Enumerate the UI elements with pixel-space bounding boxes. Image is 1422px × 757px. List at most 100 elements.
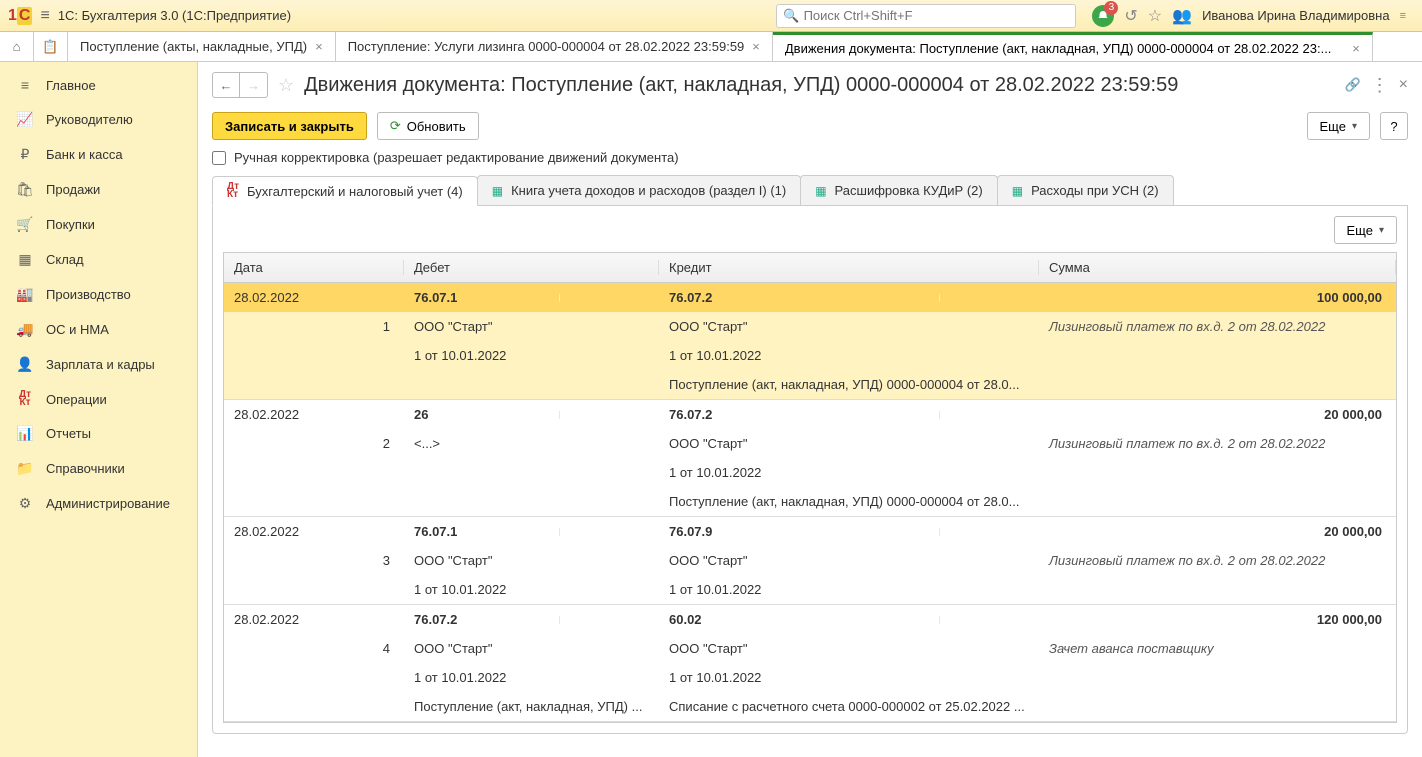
sidebar-item-salary[interactable]: 👤Зарплата и кадры xyxy=(0,347,197,382)
page-title: Движения документа: Поступление (акт, на… xyxy=(304,74,1334,97)
cell-num: 4 xyxy=(224,637,404,660)
cell-desc: Зачет аванса поставщику xyxy=(1039,637,1396,660)
search-box[interactable]: 🔍 xyxy=(776,4,1076,28)
sidebar-item-assets[interactable]: 🚚 ОС и НМА xyxy=(0,312,197,347)
inner-tab-kudir[interactable]: ▦Расшифровка КУДиР (2) xyxy=(800,175,998,205)
sidebar-item-label: Продажи xyxy=(46,182,100,197)
more-icon[interactable]: ⋮ xyxy=(1371,75,1389,96)
cell-debit-acc: 26 xyxy=(404,403,559,426)
col-sum[interactable]: Сумма xyxy=(1039,260,1396,275)
cell-credit-acc: 60.02 xyxy=(659,608,939,631)
close-icon[interactable]: × xyxy=(315,39,323,54)
menu-icon[interactable]: ≡ xyxy=(40,7,49,25)
cell-debit-l2: 1 от 10.01.2022 xyxy=(404,344,659,367)
sidebar-item-label: Руководителю xyxy=(46,112,133,127)
table-icon: ▦ xyxy=(1012,184,1023,198)
sidebar-item-label: Склад xyxy=(46,252,84,267)
cell-sum: 100 000,00 xyxy=(1039,286,1396,309)
logo-1c: 1C xyxy=(8,7,32,25)
sidebar-item-label: Операции xyxy=(46,392,107,407)
inner-tab-accounting[interactable]: ДтКт Бухгалтерский и налоговый учет (4) xyxy=(212,176,478,206)
cell-debit-l3 xyxy=(404,381,659,389)
divider-icon: ≡ xyxy=(1400,10,1406,22)
sidebar-item-sales[interactable]: 🛍Продажи xyxy=(0,172,197,207)
sidebar-item-bank[interactable]: ₽Банк и касса xyxy=(0,137,197,172)
home-button[interactable]: ⌂ xyxy=(0,32,34,61)
save-close-button[interactable]: Записать и закрыть xyxy=(212,112,367,140)
close-icon[interactable]: × xyxy=(752,39,760,54)
tab-1[interactable]: Поступление: Услуги лизинга 0000-000004 … xyxy=(336,32,773,61)
cell-credit-l1: ООО "Старт" xyxy=(659,432,1039,455)
history-icon[interactable]: ↺ xyxy=(1124,6,1137,26)
user-name[interactable]: Иванова Ирина Владимировна xyxy=(1202,8,1390,23)
bars-icon: 📊 xyxy=(16,425,34,442)
users-icon[interactable]: 👥 xyxy=(1172,6,1192,26)
refresh-label: Обновить xyxy=(407,119,466,134)
table-row[interactable]: 28.02.2022 76.07.1 76.07.9 20 000,003 ОО… xyxy=(224,517,1396,605)
cell-credit-acc: 76.07.2 xyxy=(659,403,939,426)
col-credit[interactable]: Кредит xyxy=(659,260,1039,275)
close-icon[interactable]: × xyxy=(1352,41,1360,56)
nav-forward-button[interactable]: → xyxy=(240,72,268,98)
star-icon[interactable]: ☆ xyxy=(1148,6,1162,26)
dtkt-icon: ДтКт xyxy=(227,183,239,199)
topbar: 1C ≡ 1С: Бухгалтерия 3.0 (1С:Предприятие… xyxy=(0,0,1422,32)
cell-num: 3 xyxy=(224,549,404,572)
sidebar-item-purchases[interactable]: 🛒Покупки xyxy=(0,207,197,242)
folder-icon: 📁 xyxy=(16,460,34,477)
cell-date: 28.02.2022 xyxy=(224,520,404,543)
sidebar-item-operations[interactable]: ДтКт Операции xyxy=(0,382,197,416)
cell-desc: Лизинговый платеж по вх.д. 2 от 28.02.20… xyxy=(1039,432,1396,455)
tab-2[interactable]: Движения документа: Поступление (акт, на… xyxy=(773,32,1373,61)
pin-button[interactable]: 📋 xyxy=(34,32,68,61)
col-date[interactable]: Дата xyxy=(224,260,404,275)
sidebar-item-admin[interactable]: ⚙Администрирование xyxy=(0,486,197,521)
inner-tab-usn[interactable]: ▦Расходы при УСН (2) xyxy=(997,175,1174,205)
cell-debit-l1: ООО "Старт" xyxy=(404,315,659,338)
search-input[interactable] xyxy=(804,8,1070,23)
more-button[interactable]: Еще xyxy=(1307,112,1370,140)
refresh-button[interactable]: ⟳Обновить xyxy=(377,112,479,140)
sidebar-item-production[interactable]: 🏭Производство xyxy=(0,277,197,312)
sidebar-item-catalogs[interactable]: 📁 Справочники xyxy=(0,451,197,486)
inner-tabs: ДтКт Бухгалтерский и налоговый учет (4) ▦… xyxy=(212,175,1408,206)
help-button[interactable]: ? xyxy=(1380,112,1408,140)
cell-debit-l2 xyxy=(404,469,659,477)
tab-0[interactable]: Поступление (акты, накладные, УПД) × xyxy=(68,32,336,61)
person-icon: 👤 xyxy=(16,356,34,373)
search-icon: 🔍 xyxy=(783,8,799,24)
cell-credit-l1: ООО "Старт" xyxy=(659,549,1039,572)
cell-debit-acc: 76.07.2 xyxy=(404,608,559,631)
cell-num: 1 xyxy=(224,315,404,338)
dtkt-icon: ДтКт xyxy=(16,391,34,407)
notifications-icon[interactable]: 3 xyxy=(1092,5,1114,27)
cell-debit-l1: ООО "Старт" xyxy=(404,637,659,660)
panel-more-button[interactable]: Еще xyxy=(1334,216,1397,244)
table-icon: ▦ xyxy=(815,184,826,198)
link-icon[interactable]: 🔗 xyxy=(1344,77,1360,93)
sidebar-item-label: ОС и НМА xyxy=(46,322,109,337)
cell-credit-acc: 76.07.9 xyxy=(659,520,939,543)
table-row[interactable]: 28.02.2022 76.07.1 76.07.2 100 000,001 О… xyxy=(224,283,1396,400)
favorite-icon[interactable]: ☆ xyxy=(278,75,294,96)
tab-panel: Еще Дата Дебет Кредит Сумма 28.02.2022 7… xyxy=(212,206,1408,734)
sidebar-item-label: Отчеты xyxy=(46,426,91,441)
nav-back-button[interactable]: ← xyxy=(212,72,240,98)
close-icon[interactable]: × xyxy=(1399,76,1408,94)
inner-tab-label: Бухгалтерский и налоговый учет (4) xyxy=(247,184,463,199)
table-row[interactable]: 28.02.2022 76.07.2 60.02 120 000,004 ООО… xyxy=(224,605,1396,722)
sidebar-item-manager[interactable]: 📈Руководителю xyxy=(0,102,197,137)
truck-icon: 🚚 xyxy=(16,321,34,338)
manual-edit-checkbox[interactable] xyxy=(212,151,226,165)
cell-debit-acc: 76.07.1 xyxy=(404,286,559,309)
sidebar-item-reports[interactable]: 📊 Отчеты xyxy=(0,416,197,451)
cell-debit-l2: 1 от 10.01.2022 xyxy=(404,578,659,601)
table-row[interactable]: 28.02.2022 26 76.07.2 20 000,002 <...> О… xyxy=(224,400,1396,517)
inner-tab-income-book[interactable]: ▦Книга учета доходов и расходов (раздел … xyxy=(477,175,801,205)
col-debit[interactable]: Дебет xyxy=(404,260,659,275)
sidebar: ≡Главное 📈Руководителю ₽Банк и касса 🛍Пр… xyxy=(0,62,198,757)
sidebar-item-label: Главное xyxy=(46,78,96,93)
sidebar-item-label: Справочники xyxy=(46,461,125,476)
sidebar-item-warehouse[interactable]: ▦Склад xyxy=(0,242,197,277)
sidebar-item-main[interactable]: ≡Главное xyxy=(0,68,197,102)
